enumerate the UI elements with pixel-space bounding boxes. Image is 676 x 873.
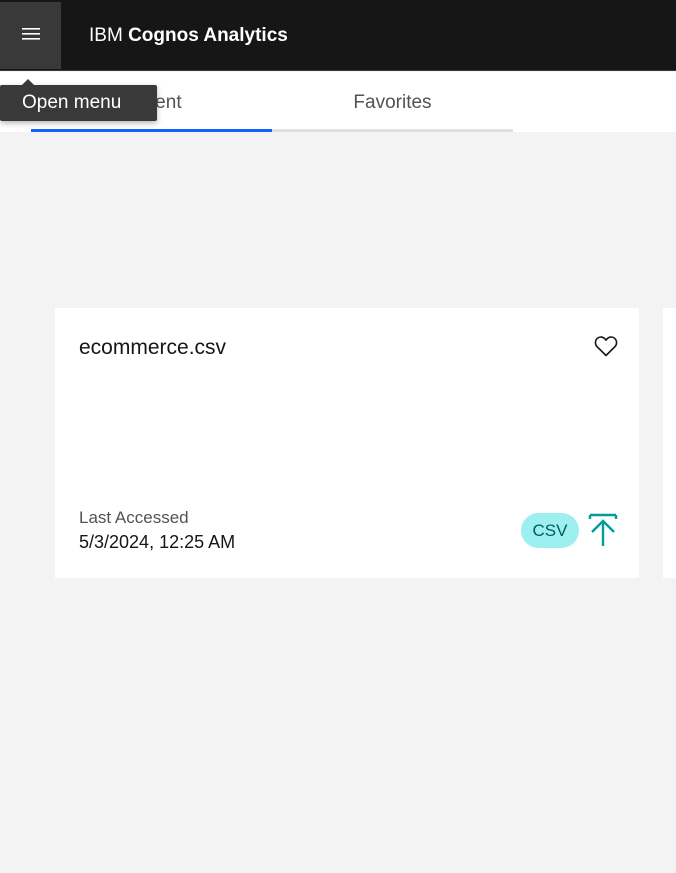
favorite-button[interactable] [593, 335, 619, 361]
upload-button[interactable] [587, 512, 619, 548]
last-accessed-label: Last Accessed [79, 508, 189, 527]
next-file-card[interactable] [663, 308, 676, 578]
tab-favorites-label: Favorites [353, 92, 432, 113]
app-title[interactable]: IBM Cognos Analytics [89, 22, 288, 50]
open-menu-tooltip: Open menu [0, 85, 157, 121]
upload-icon [587, 513, 619, 552]
last-accessed-value: 5/3/2024, 12:25 AM [79, 532, 236, 552]
file-type-badge: CSV [521, 513, 579, 548]
file-card[interactable]: ecommerce.csv Last Accessed 5/3/2024, 12… [55, 308, 639, 578]
heart-outline-icon [594, 335, 618, 361]
brand-product: Cognos Analytics [128, 25, 288, 46]
open-menu-button[interactable] [0, 2, 61, 69]
tab-active-indicator [31, 129, 272, 132]
tab-underline [272, 129, 513, 132]
brand-ibm: IBM [89, 25, 123, 46]
tab-favorites[interactable]: Favorites [272, 72, 513, 132]
file-card-title: ecommerce.csv [79, 336, 227, 359]
hamburger-menu-icon [21, 26, 41, 46]
top-navigation-bar: IBM Cognos Analytics [0, 0, 676, 71]
